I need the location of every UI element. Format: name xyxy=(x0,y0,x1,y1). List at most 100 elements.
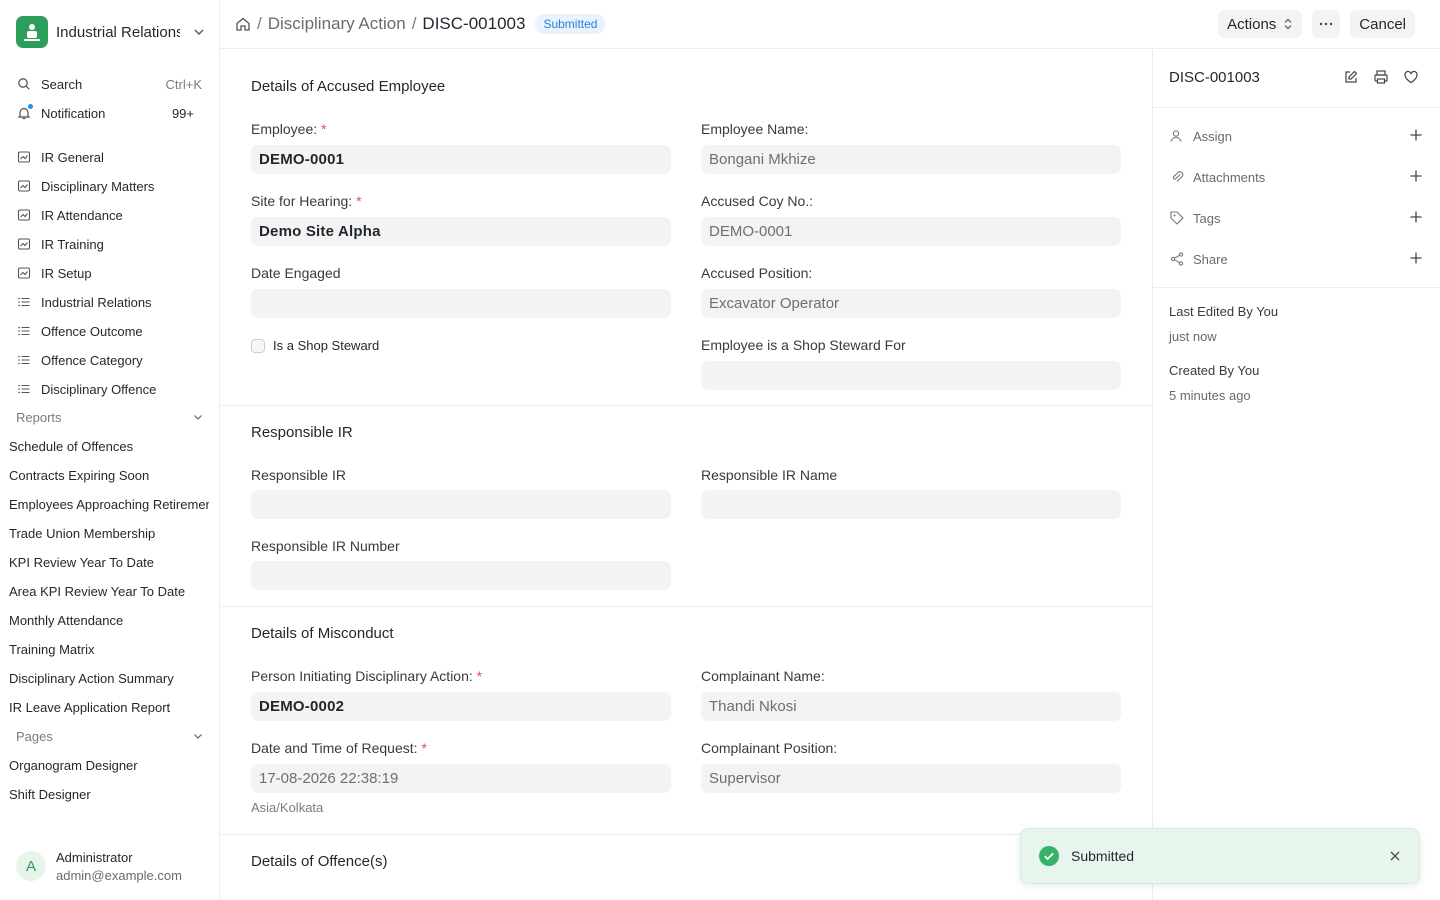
assign-label: Assign xyxy=(1193,128,1233,144)
section-misconduct: Details of Misconduct Person Initiating … xyxy=(220,607,1152,835)
page-link[interactable]: Organogram Designer xyxy=(9,754,209,776)
section-title: Responsible IR xyxy=(251,424,353,441)
breadcrumb-current: DISC-001003 xyxy=(422,14,526,33)
search-button[interactable]: Search Ctrl+K xyxy=(16,72,204,96)
list-icon xyxy=(16,352,32,368)
report-link[interactable]: KPI Review Year To Date xyxy=(9,551,209,573)
user-icon xyxy=(1169,128,1185,144)
plus-icon[interactable] xyxy=(1409,210,1425,226)
chart-icon xyxy=(16,149,32,165)
edit-icon[interactable] xyxy=(1343,69,1361,87)
sidebar-item-label: IR General xyxy=(41,149,104,165)
sidebar-item-offence-outcome[interactable]: Offence Outcome xyxy=(16,319,204,343)
tags-row[interactable]: Tags xyxy=(1169,207,1425,229)
actions-button[interactable]: Actions xyxy=(1218,10,1303,38)
employee-name-label: Employee Name: xyxy=(701,121,809,137)
more-button[interactable] xyxy=(1312,10,1341,38)
sort-icon xyxy=(1284,18,1292,30)
share-row[interactable]: Share xyxy=(1169,248,1425,270)
share-icon xyxy=(1169,251,1185,267)
sidebar-right: DISC-001003 Assign Attachments Tags Shar… xyxy=(1152,50,1440,900)
report-link[interactable]: Monthly Attendance xyxy=(9,609,209,631)
chart-icon xyxy=(16,265,32,281)
list-icon xyxy=(16,381,32,397)
sidebar-item-disciplinary-matters[interactable]: Disciplinary Matters xyxy=(16,174,204,198)
bell-icon xyxy=(16,104,33,121)
initiator-field[interactable]: DEMO-0002 xyxy=(251,692,671,721)
user-menu[interactable]: A Administrator admin@example.com xyxy=(16,848,216,884)
plus-icon[interactable] xyxy=(1409,128,1425,144)
report-link[interactable]: Disciplinary Action Summary xyxy=(9,667,209,689)
cancel-button[interactable]: Cancel xyxy=(1350,10,1415,38)
doc-title: DISC-001003 xyxy=(1169,69,1260,86)
sidebar-item-label: IR Setup xyxy=(41,265,92,281)
actions-label: Actions xyxy=(1227,15,1277,33)
complainant-name-field: Thandi Nkosi xyxy=(701,692,1121,721)
request-datetime-label: Date and Time of Request: * xyxy=(251,740,427,756)
complainant-position-field: Supervisor xyxy=(701,764,1121,793)
breadcrumb-parent[interactable]: Disciplinary Action xyxy=(268,14,406,34)
plus-icon[interactable] xyxy=(1409,251,1425,267)
ellipsis-icon xyxy=(1320,22,1333,26)
sidebar-item-industrial-relations[interactable]: Industrial Relations xyxy=(16,290,204,314)
position-field: Excavator Operator xyxy=(701,289,1121,318)
sidebar-item-ir-general[interactable]: IR General xyxy=(16,145,204,169)
sidebar-item-label: IR Attendance xyxy=(41,207,123,223)
app-name: Industrial Relations xyxy=(56,23,180,41)
report-link[interactable]: Trade Union Membership xyxy=(9,522,209,544)
assign-row[interactable]: Assign xyxy=(1169,125,1425,147)
sidebar-item-offence-category[interactable]: Offence Category xyxy=(16,348,204,372)
share-label: Share xyxy=(1193,251,1228,267)
resp-ir-field[interactable] xyxy=(251,490,671,519)
sidebar-item-disciplinary-offence[interactable]: Disciplinary Offence xyxy=(16,377,204,401)
employee-name-field: Bongani Mkhize xyxy=(701,145,1121,174)
report-link[interactable]: Area KPI Review Year To Date xyxy=(9,580,209,602)
request-datetime-field[interactable]: 17-08-2026 22:38:19 xyxy=(251,764,671,793)
sidebar-item-label: Offence Outcome xyxy=(41,323,143,339)
user-email: admin@example.com xyxy=(56,867,182,883)
home-icon[interactable] xyxy=(235,16,251,32)
sidebar-item-ir-attendance[interactable]: IR Attendance xyxy=(16,203,204,227)
check-circle-icon xyxy=(1039,846,1059,866)
tag-icon xyxy=(1169,210,1185,226)
report-link[interactable]: Training Matrix xyxy=(9,638,209,660)
site-field[interactable]: Demo Site Alpha xyxy=(251,217,671,246)
report-link[interactable]: Employees Approaching Retirement xyxy=(9,493,209,515)
employee-field[interactable]: DEMO-0001 xyxy=(251,145,671,174)
sidebar-item-ir-training[interactable]: IR Training xyxy=(16,232,204,256)
report-link[interactable]: Contracts Expiring Soon xyxy=(9,464,209,486)
print-icon[interactable] xyxy=(1373,69,1391,87)
resp-ir-number-field xyxy=(251,561,671,590)
plus-icon[interactable] xyxy=(1409,169,1425,185)
section-responsible-ir: Responsible IR Responsible IR Responsibl… xyxy=(220,406,1152,607)
section-offences: Details of Offence(s) xyxy=(220,835,1152,900)
heart-icon[interactable] xyxy=(1403,69,1421,87)
pages-section-toggle[interactable]: Pages xyxy=(16,725,204,747)
report-link[interactable]: Schedule of Offences xyxy=(9,435,209,457)
position-label: Accused Position: xyxy=(701,265,813,281)
employee-label: Employee: * xyxy=(251,121,327,137)
notification-label: Notification xyxy=(41,105,106,121)
status-badge: Submitted xyxy=(535,14,606,34)
breadcrumb: / Disciplinary Action / DISC-001003 Subm… xyxy=(235,14,606,34)
complainant-position-label: Complainant Position: xyxy=(701,740,838,756)
sidebar-item-ir-setup[interactable]: IR Setup xyxy=(16,261,204,285)
app-switcher[interactable]: Industrial Relations xyxy=(16,16,206,48)
page-link[interactable]: Shift Designer xyxy=(9,783,209,805)
date-engaged-field[interactable] xyxy=(251,289,671,318)
shop-steward-checkbox[interactable] xyxy=(251,339,265,353)
reports-section-toggle[interactable]: Reports xyxy=(16,406,204,428)
search-shortcut: Ctrl+K xyxy=(165,76,202,92)
sidebar-item-label: Disciplinary Matters xyxy=(41,178,155,194)
avatar: A xyxy=(16,851,46,881)
list-icon xyxy=(16,323,32,339)
search-icon xyxy=(16,76,32,92)
shop-steward-for-field[interactable] xyxy=(701,361,1121,390)
chevron-down-icon xyxy=(194,415,202,420)
report-link[interactable]: IR Leave Application Report xyxy=(9,696,209,718)
section-title: Details of Offence(s) xyxy=(251,853,388,870)
notification-button[interactable]: Notification 99+ xyxy=(16,101,204,125)
close-icon[interactable] xyxy=(1389,850,1401,862)
attachments-row[interactable]: Attachments xyxy=(1169,166,1425,188)
toast-message: Submitted xyxy=(1071,848,1135,864)
